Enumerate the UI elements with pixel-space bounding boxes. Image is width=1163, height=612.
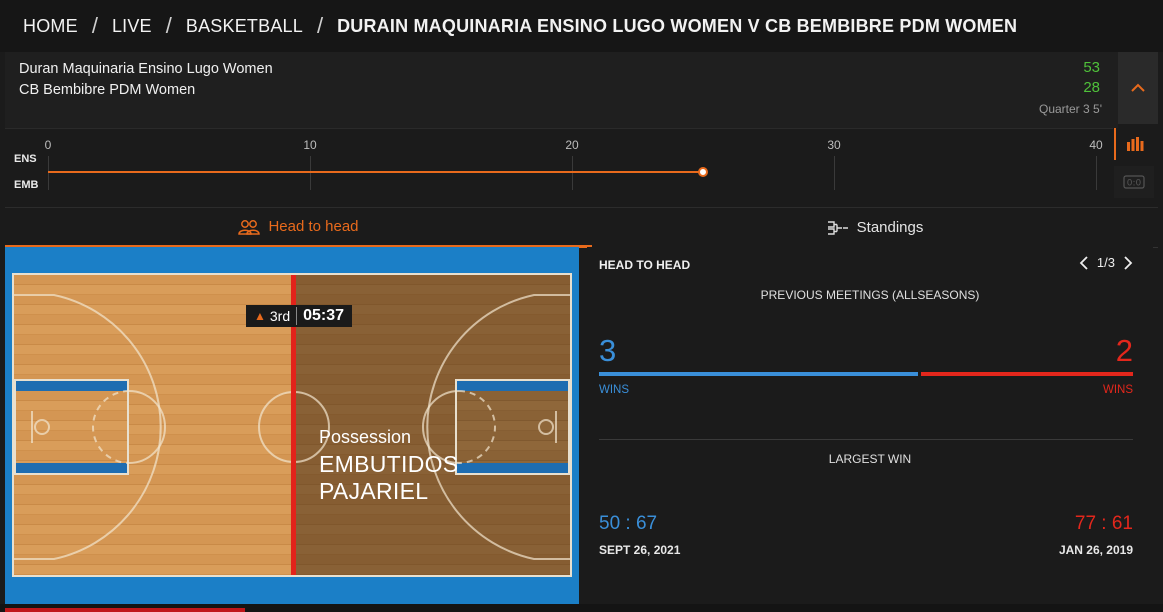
scoreboard-view-button[interactable]: 0:0: [1114, 166, 1154, 198]
timeline-gridline: [48, 156, 49, 190]
collapse-button[interactable]: [1118, 52, 1158, 124]
bar-chart-icon: [1127, 137, 1144, 151]
breadcrumb-separator: /: [316, 13, 324, 38]
users-icon: [238, 219, 261, 235]
home-wins-count: 3: [599, 333, 617, 368]
live-court-visualization: ▲ 3rd 05:37 Possession EMBUTIDOS PAJARIE…: [5, 247, 579, 604]
timeline-current-marker: [698, 167, 708, 177]
timeline-gridline: [1096, 156, 1097, 190]
chevron-right-icon[interactable]: [1123, 255, 1133, 270]
h2h-page-indicator: 1/3: [1096, 255, 1115, 270]
home-wins-bar: [599, 372, 918, 376]
away-wins-count: 2: [1115, 333, 1133, 368]
breadcrumb: HOME / LIVE / BASKETBALL / DURAiN MAQUIN…: [0, 0, 1163, 52]
possession-team: EMBUTIDOS PAJARIEL: [319, 451, 459, 504]
breadcrumb-live[interactable]: LIVE: [112, 16, 152, 37]
h2h-pager: 1/3: [1079, 255, 1133, 270]
possession-label: Possession: [319, 427, 412, 447]
away-largest-win-score: 77 : 61: [1074, 513, 1133, 534]
timeline-gridline: [572, 156, 573, 190]
timeline-tick-label: 40: [1089, 138, 1103, 152]
possession-indicator: Possession EMBUTIDOS PAJARIEL: [319, 427, 570, 505]
timeline-gridline: [834, 156, 835, 190]
home-score: 53: [1083, 59, 1100, 76]
score-timeline: ENS EMB 0 10 20 30 40: [5, 128, 1113, 205]
chevron-up-icon: [1131, 83, 1145, 92]
timeline-progress-bar: [48, 171, 703, 173]
head-to-head-panel: HEAD TO HEAD 1/3 PREVIOUS MEETINGS (ALLS…: [587, 247, 1153, 604]
away-wins-bar: [921, 372, 1133, 376]
timeline-tick-label: 10: [303, 138, 317, 152]
tab-head-to-head-label: Head to head: [268, 218, 359, 235]
breadcrumb-current-event: DURAiN MAQUINARIA ENSINO LUGO WOMEN V CB…: [337, 15, 1018, 36]
breadcrumb-home[interactable]: HOME: [23, 16, 78, 37]
game-clock: ▲ 3rd 05:37: [246, 305, 353, 327]
chevron-left-icon[interactable]: [1079, 255, 1089, 270]
breadcrumb-basketball[interactable]: BASKETBALL: [186, 16, 303, 37]
h2h-title: HEAD TO HEAD: [599, 258, 691, 272]
svg-text:0:0: 0:0: [1127, 179, 1142, 189]
timeline-tick-label: 20: [565, 138, 579, 152]
clock-period: 3rd: [269, 308, 291, 324]
basketball-court: ▲ 3rd 05:37 Possession EMBUTIDOS PAJARIE…: [12, 273, 572, 577]
stats-chart-button[interactable]: [1114, 128, 1154, 160]
tab-standings[interactable]: Standings: [592, 208, 1158, 248]
timeline-tick-label: 30: [827, 138, 841, 152]
section-divider: [599, 439, 1133, 440]
away-team-name: CB Bembibre PDM Women: [19, 82, 196, 98]
home-largest-win-score: 50 : 67: [599, 513, 658, 534]
timeline-gridline: [310, 156, 311, 190]
scoreboard: Duran Maquinaria Ensino Lugo Women CB Be…: [5, 52, 1118, 128]
tab-bar: Head to head Standings: [5, 207, 1158, 248]
away-largest-win-date: JAN 26, 2019: [1058, 543, 1133, 557]
home-largest-win-date: SEPT 26, 2021: [599, 543, 681, 557]
timeline-tick-label: 0: [44, 138, 52, 152]
scoreboard-icon: 0:0: [1123, 175, 1145, 189]
breadcrumb-separator: /: [165, 13, 172, 38]
bracket-icon: [827, 220, 848, 235]
timeline-home-abbr: ENS: [14, 153, 37, 165]
period-info: Quarter 3 5': [1039, 102, 1102, 116]
tab-standings-label: Standings: [856, 219, 924, 236]
previous-meetings-heading: PREVIOUS MEETINGS (ALLSEASONS): [760, 288, 980, 302]
warning-icon: ▲: [254, 309, 266, 323]
timeline-away-abbr: EMB: [14, 179, 39, 191]
breadcrumb-separator: /: [91, 13, 98, 38]
away-wins-label: WINS: [1102, 384, 1133, 396]
home-team-name: Duran Maquinaria Ensino Lugo Women: [19, 61, 273, 77]
away-score: 28: [1083, 79, 1100, 96]
home-wins-label: WINS: [599, 384, 630, 396]
bottom-strip: [0, 604, 1163, 612]
tab-head-to-head[interactable]: Head to head: [5, 208, 592, 248]
clock-time: 05:37: [296, 307, 352, 325]
largest-win-heading: LARGEST WIN: [828, 452, 912, 466]
timeline-side-controls: 0:0: [1114, 128, 1158, 205]
